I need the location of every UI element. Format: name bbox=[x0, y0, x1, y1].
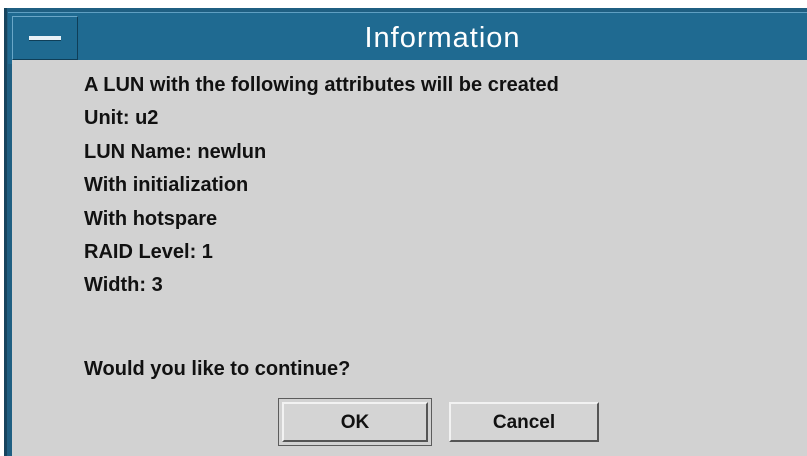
dialog-window: Information A LUN with the following att… bbox=[4, 8, 807, 456]
window-menu-button[interactable] bbox=[12, 16, 78, 60]
message-hotspare: With hotspare bbox=[84, 208, 218, 230]
window-frame-left bbox=[4, 8, 7, 456]
title-bar[interactable]: Information bbox=[8, 12, 807, 64]
message-unit: Unit: u2 bbox=[84, 107, 159, 129]
message-initialization: With initialization bbox=[84, 174, 249, 196]
window-menu-icon bbox=[29, 36, 61, 41]
message-width: Width: 3 bbox=[84, 274, 163, 296]
message-intro: A LUN with the following attributes will… bbox=[84, 74, 559, 96]
dialog-body: A LUN with the following attributes will… bbox=[12, 60, 807, 456]
cancel-button[interactable]: Cancel bbox=[449, 402, 599, 442]
confirmation-question: Would you like to continue? bbox=[84, 358, 351, 380]
message-raid-level: RAID Level: 1 bbox=[84, 241, 213, 263]
message-lun-name: LUN Name: newlun bbox=[84, 141, 267, 163]
ok-button[interactable]: OK bbox=[282, 402, 428, 442]
dialog-title: Information bbox=[364, 22, 521, 54]
